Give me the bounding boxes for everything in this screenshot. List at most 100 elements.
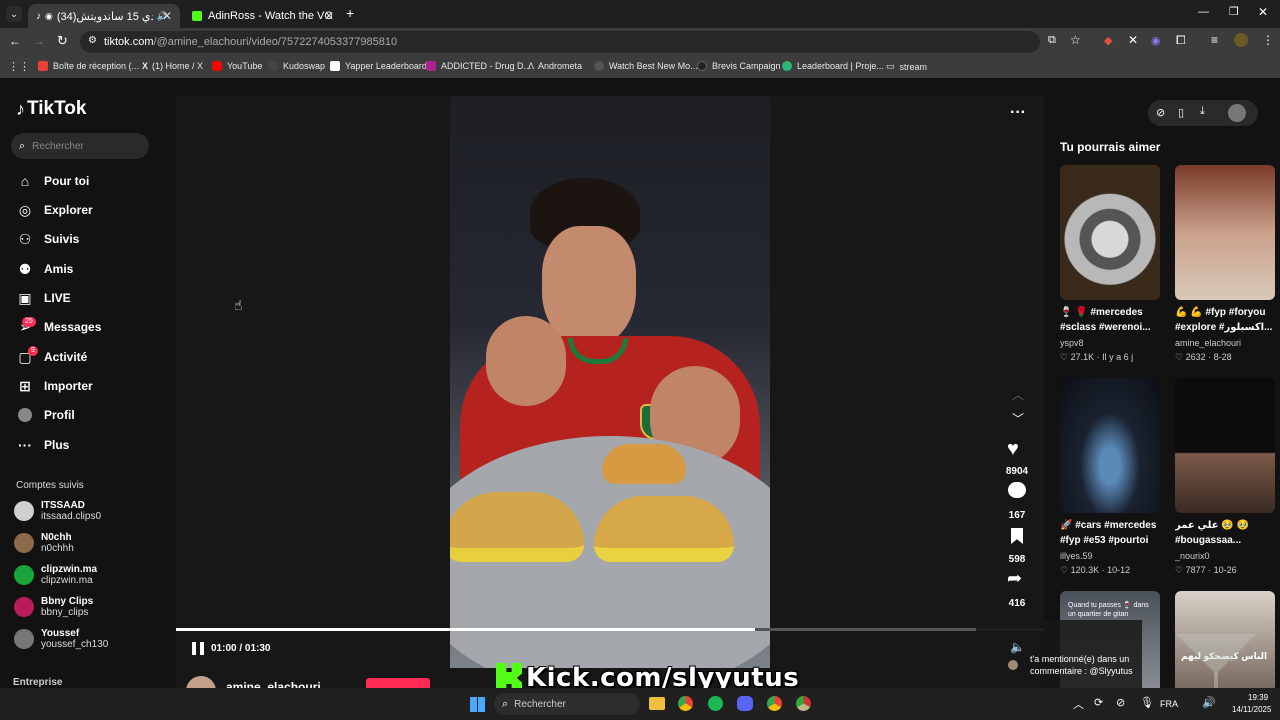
following-account[interactable]: N0chh n0chhh <box>14 532 74 554</box>
extension-icon[interactable]: ◆ <box>1104 34 1112 47</box>
restore-button[interactable]: ❐ <box>1229 5 1239 18</box>
clock-time[interactable]: 19:39 <box>1248 693 1268 702</box>
like-icon[interactable]: ♥ <box>1007 438 1019 461</box>
card-author[interactable]: amine_elachouri <box>1175 338 1241 348</box>
footer-entreprise[interactable]: Entreprise <box>13 677 62 688</box>
network-icon[interactable]: ⟳ <box>1094 696 1103 709</box>
follow-button[interactable] <box>366 678 430 688</box>
kick-favicon-icon <box>192 11 202 21</box>
x-extension-icon[interactable]: ✕ <box>1128 33 1138 47</box>
following-account[interactable]: Youssef youssef_ch130 <box>14 628 108 650</box>
url-path: /@amine_elachouri/video/7572274053377985… <box>153 36 398 48</box>
progress-track[interactable] <box>176 628 1044 631</box>
following-account[interactable]: ITSSAAD itssaad.clips0 <box>14 500 101 522</box>
bookmark-kudoswap[interactable]: Kudoswap <box>268 61 325 71</box>
bookmark-brevis[interactable]: Brevis Campaign <box>697 61 781 71</box>
discord-icon[interactable] <box>737 696 753 711</box>
nav-live[interactable]: ▣ LIVE <box>16 289 70 307</box>
profile-avatar-icon[interactable] <box>1234 33 1248 47</box>
nav-activite[interactable]: ▢ Activité <box>16 348 87 366</box>
reload-icon[interactable]: ↻ <box>57 33 68 49</box>
show-hidden-icons[interactable]: ︿ <box>1073 696 1084 712</box>
extension-icon[interactable]: ◉ <box>1151 34 1161 47</box>
nav-explorer[interactable]: ◎ Explorer <box>16 201 93 219</box>
following-account[interactable]: Bbny Clips bbny_clips <box>14 596 93 618</box>
following-account[interactable]: clipzwin.ma clipzwin.ma <box>14 564 97 586</box>
tiktok-logo[interactable]: ♪ TikTok <box>16 98 86 120</box>
nav-suivis[interactable]: ⚇ Suivis <box>16 230 80 248</box>
battery-icon[interactable]: ⊘ <box>1116 696 1125 709</box>
nav-pour-toi[interactable]: ⌂ Pour toi <box>16 172 90 190</box>
browser-menu-icon[interactable]: ⋮ <box>1262 33 1274 47</box>
forward-icon[interactable]: → <box>33 34 45 48</box>
card-author[interactable]: yspv8 <box>1060 338 1084 348</box>
chrome-icon[interactable] <box>767 696 782 711</box>
more-options-icon[interactable]: ··· <box>1010 104 1026 122</box>
nav-importer[interactable]: ⊞ Importer <box>16 377 93 395</box>
tab-search-button[interactable]: ⌄ <box>6 6 22 22</box>
close-tab-icon[interactable]: ✕ <box>162 9 172 23</box>
apps-icon[interactable]: ⋮⋮ <box>8 60 30 73</box>
nav-profil[interactable]: Profil <box>16 406 75 424</box>
bookmark-youtube[interactable]: YouTube <box>212 61 262 71</box>
video-thumbnail[interactable] <box>1175 378 1275 513</box>
nav-plus[interactable]: ··· Plus <box>16 436 69 454</box>
chrome-profile-icon[interactable] <box>796 696 811 711</box>
card-author[interactable]: illyes.59 <box>1060 551 1093 561</box>
upload-icon: ⊞ <box>19 377 31 394</box>
video-thumbnail[interactable] <box>1060 165 1160 300</box>
bookmark-yapper[interactable]: Yapper Leaderboard <box>330 61 427 71</box>
bookmark-icon[interactable] <box>1011 528 1023 544</box>
comment-icon[interactable] <box>1008 482 1026 498</box>
new-tab-button[interactable]: + <box>346 5 354 21</box>
volume-icon[interactable]: 🔊 <box>1202 696 1216 709</box>
bookmark-gmail[interactable]: Boîte de réception (... <box>38 61 139 71</box>
video-thumbnail[interactable] <box>1175 165 1275 300</box>
brevis-icon <box>697 61 707 71</box>
search-input[interactable]: ⌕ Rechercher <box>11 133 149 159</box>
tab-tiktok[interactable]: ♪ ◉ (34)تحدي 15 ساندويتش 🔊 ✕ <box>28 4 180 28</box>
top-right-tools: ⊘ ▯ ⤓ <box>1148 100 1258 126</box>
microphone-icon[interactable]: 🎙 <box>1140 696 1154 709</box>
pause-icon[interactable] <box>192 642 204 655</box>
back-icon[interactable]: ← <box>9 34 21 48</box>
spotify-icon[interactable] <box>708 696 723 711</box>
minimize-button[interactable]: — <box>1198 6 1209 18</box>
next-video-icon[interactable]: ﹀ <box>1012 410 1024 427</box>
video-frame[interactable] <box>450 96 770 668</box>
share-icon[interactable]: ➦ <box>1007 568 1022 589</box>
clock-date[interactable]: 14/11/2025 <box>1232 705 1271 714</box>
floating-player-icon[interactable]: ⊘ <box>1156 106 1165 119</box>
download-icon[interactable]: ⤓ <box>1200 105 1205 118</box>
bookmark-leaderboard[interactable]: Leaderboard | Proje... <box>782 61 884 71</box>
phone-icon[interactable]: ▯ <box>1178 106 1184 119</box>
site-info-icon[interactable]: ⚙ <box>88 35 97 46</box>
bookmark-andrometa[interactable]: Λ Andrometa <box>528 61 582 71</box>
taskbar-search[interactable]: ⌕ Rechercher <box>494 693 640 715</box>
language-indicator[interactable]: FRA <box>1160 699 1178 709</box>
bookmark-x[interactable]: X (1) Home / X <box>142 61 203 71</box>
video-player[interactable]: ··· ︿ ﹀ ♥ 8904 167 598 ➦ 416 01:00 / 01:… <box>176 96 1044 706</box>
extensions-puzzle-icon[interactable]: ⧠ <box>1176 33 1186 48</box>
video-thumbnail[interactable] <box>1060 378 1160 513</box>
bookmark-star-icon[interactable]: ☆ <box>1070 33 1081 47</box>
media-control-icon[interactable]: ≡ <box>1211 33 1218 47</box>
bookmark-addicted[interactable]: ADDICTED - Drug D... <box>426 61 531 71</box>
user-avatar[interactable] <box>1228 104 1246 122</box>
bookmark-folder-stream[interactable]: ▭ stream <box>886 61 927 72</box>
nav-amis[interactable]: ⚉ Amis <box>16 260 74 278</box>
close-tab-icon[interactable]: ✕ <box>324 9 334 23</box>
bookmark-watch[interactable]: Watch Best New Mo... <box>594 61 698 71</box>
card-caption: 🚀 #cars #mercedes #fyp #e53 #pourtoi <box>1060 520 1157 546</box>
address-bar[interactable]: ⚙ tiktok.com/@amine_elachouri/video/7572… <box>80 31 1040 53</box>
tab-adinross[interactable]: AdinRoss - Watch the VOD on ✕ <box>184 4 342 28</box>
like-count: 8904 <box>1005 466 1029 477</box>
card-author[interactable]: _nourix0 <box>1175 551 1210 561</box>
close-window-button[interactable]: ✕ <box>1258 5 1268 19</box>
previous-video-icon[interactable]: ︿ <box>1012 386 1024 403</box>
file-explorer-icon[interactable] <box>649 697 665 710</box>
chrome-icon[interactable] <box>678 696 693 711</box>
notification-line: commentaire : @Slyyutus <box>1030 666 1133 676</box>
windows-start-icon[interactable] <box>470 697 485 712</box>
cast-icon[interactable]: ⧉ <box>1048 34 1056 47</box>
